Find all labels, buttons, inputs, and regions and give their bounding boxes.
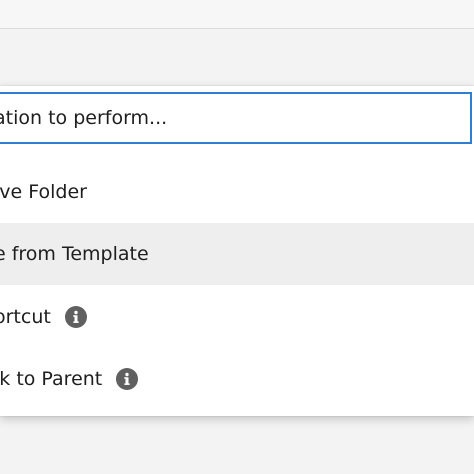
operation-item-link-to-parent[interactable]: ık to Parent: [0, 348, 474, 410]
operation-picker: ation to perform... ive Folder e from Te…: [0, 86, 474, 416]
operation-search-input[interactable]: ation to perform...: [0, 92, 472, 144]
info-icon[interactable]: [116, 368, 139, 390]
operation-item-label: ortcut: [0, 306, 51, 328]
info-icon[interactable]: [64, 306, 87, 328]
window-top-strip: [0, 0, 474, 29]
operation-item-label: ive Folder: [0, 181, 87, 203]
operation-item-folder[interactable]: ive Folder: [0, 161, 474, 223]
operation-item-from-template[interactable]: e from Template: [0, 223, 474, 285]
operation-item-shortcut[interactable]: ortcut: [0, 286, 474, 348]
operation-item-label: e from Template: [0, 243, 149, 265]
operation-item-label: ık to Parent: [0, 368, 103, 390]
search-input-text: ation to perform...: [0, 107, 168, 129]
